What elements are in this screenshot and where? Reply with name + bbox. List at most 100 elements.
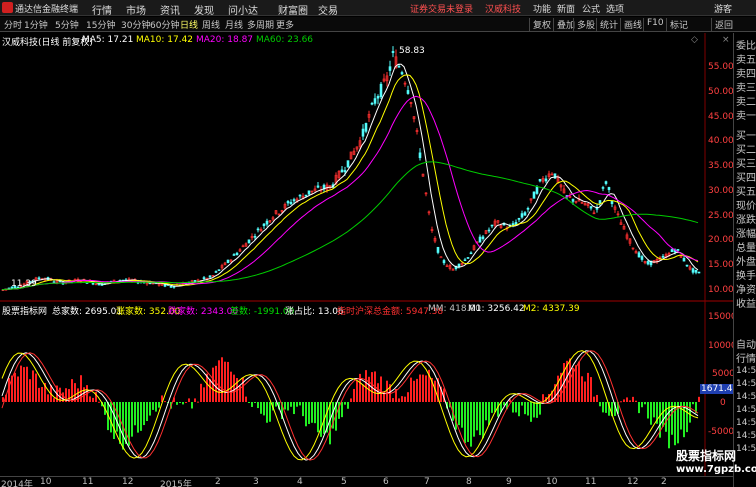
indicator-bar — [251, 402, 253, 407]
candle-body — [289, 201, 293, 205]
menu-new-page[interactable]: 新面 — [557, 2, 575, 15]
indicator-bar — [392, 398, 394, 402]
time-tick: 12 — [122, 477, 134, 487]
time-axis: 2014年 10 11 12 2015年 2 3 4 5 6 7 8 9 10 … — [0, 476, 733, 487]
tab-60min[interactable]: 60分钟 — [150, 18, 179, 31]
indicator-bar — [296, 402, 298, 407]
tab-daily[interactable]: 日线 — [180, 18, 198, 31]
indicator-bar — [143, 402, 145, 426]
tab-multi-period[interactable]: 多周期 — [247, 18, 274, 31]
indicator-bar — [71, 379, 73, 402]
tool-draw[interactable]: 画线 — [620, 18, 642, 31]
tool-f10[interactable]: F10 — [643, 18, 664, 31]
tab-15min[interactable]: 15分钟 — [86, 18, 115, 31]
candle-body — [52, 281, 56, 283]
indicator-bar — [77, 388, 79, 402]
menu-options[interactable]: 选项 — [606, 2, 624, 15]
candle-body — [418, 152, 422, 159]
indicator-bar — [89, 396, 91, 402]
tab-5min[interactable]: 5分钟 — [55, 18, 79, 31]
indicator-bar — [266, 402, 268, 423]
ticks-label[interactable]: 行情 — [736, 350, 756, 365]
indicator-bar — [92, 397, 94, 402]
indicator-bar — [602, 402, 604, 413]
indicator-bar — [305, 402, 307, 427]
indicator-bar — [299, 402, 301, 406]
tab-intraday[interactable]: 分时 — [4, 18, 22, 31]
quote-label: 净资 — [736, 285, 756, 296]
indicator-bar — [98, 401, 100, 403]
tool-adjust[interactable]: 复权 — [529, 18, 551, 31]
top-stock-name: 汉威科技 — [485, 5, 522, 15]
price-tick: 15.00 — [708, 260, 734, 270]
tab-1min[interactable]: 1分钟 — [24, 18, 48, 31]
guest-user[interactable]: 游客 — [714, 2, 732, 15]
time-tick: 4 — [297, 477, 303, 487]
candle-body — [364, 123, 368, 132]
tab-weekly[interactable]: 周线 — [202, 18, 220, 31]
time-tick: 10 — [40, 477, 52, 487]
price-tick: 10.00 — [708, 285, 734, 295]
indicator-bar — [668, 402, 670, 449]
menu-discover[interactable]: 发现 — [194, 2, 214, 17]
quote-label: 买三 — [736, 159, 756, 170]
tab-monthly[interactable]: 月线 — [225, 18, 243, 31]
indicator-bar — [353, 388, 355, 402]
chart-area[interactable]: 汉威科技(日线 前复权) MA5: 17.21 MA10: 17.42 MA20… — [0, 33, 740, 476]
menu-quotes[interactable]: 行情 — [92, 2, 112, 17]
indicator-bar — [179, 402, 181, 403]
auto-label[interactable]: 自动 — [736, 336, 756, 351]
tool-mark[interactable]: 标记 — [666, 18, 688, 31]
menu-formula[interactable]: 公式 — [582, 2, 600, 15]
indicator-bar — [638, 402, 640, 414]
indicator-bar — [29, 379, 31, 402]
indicator-bar — [662, 402, 664, 427]
tool-multi-stock[interactable]: 多股 — [573, 18, 595, 31]
indicator-bar — [311, 402, 313, 423]
indicator-bar — [410, 377, 412, 402]
trade-login-alert[interactable]: 证券交易未登录 — [410, 2, 473, 15]
indicator-bar — [26, 366, 28, 402]
tab-30min[interactable]: 30分钟 — [121, 18, 150, 31]
ma20-label: MA20: 18.87 — [196, 35, 254, 45]
candle-body — [691, 268, 695, 273]
indicator-bar — [164, 401, 166, 403]
menu-news[interactable]: 资讯 — [160, 2, 180, 17]
candle-body — [37, 277, 41, 280]
indicator-bar — [53, 398, 55, 402]
candle-body — [217, 269, 221, 271]
period-tab-bar: 分时 1分钟 5分钟 15分钟 30分钟 60分钟 日线 周线 月线 多周期 更… — [0, 17, 756, 32]
indicator-bar — [485, 402, 487, 421]
close-icon[interactable]: × — [722, 35, 730, 45]
menu-function[interactable]: 功能 — [533, 2, 551, 15]
indicator-bar — [416, 378, 418, 402]
indicator-bar — [365, 370, 367, 402]
candle-body — [607, 187, 611, 190]
menu-trade[interactable]: 交易 — [318, 2, 338, 17]
indicator-bar — [32, 370, 34, 402]
indicator-bar — [584, 381, 586, 402]
tab-more[interactable]: 更多 — [276, 18, 294, 31]
candle-body — [370, 102, 374, 105]
indicator-bar — [599, 402, 601, 407]
candle-body — [598, 200, 602, 204]
indicator-name[interactable]: 股票指标网 — [2, 304, 47, 317]
indicator-bar — [497, 402, 499, 417]
indicator-bar — [2, 397, 4, 402]
ma5-label: MA5: 17.21 — [82, 35, 134, 45]
expand-icon[interactable]: ◇ — [691, 35, 698, 45]
indicator-bar — [461, 402, 463, 428]
tool-statistics[interactable]: 统计 — [596, 18, 618, 31]
candle-body — [490, 224, 494, 227]
menu-market[interactable]: 市场 — [126, 2, 146, 17]
tool-back[interactable]: 返回 — [711, 18, 733, 31]
indicator-bar — [530, 402, 532, 422]
candle-body — [235, 252, 239, 256]
kline-svg — [0, 33, 733, 476]
tool-overlay[interactable]: 叠加 — [553, 18, 575, 31]
menu-wealth[interactable]: 财富圈 — [278, 2, 308, 17]
candle-body — [373, 98, 377, 104]
time-tick: 5 — [341, 477, 347, 487]
menu-ask[interactable]: 问小达 — [228, 2, 258, 17]
indicator-bar — [380, 376, 382, 402]
